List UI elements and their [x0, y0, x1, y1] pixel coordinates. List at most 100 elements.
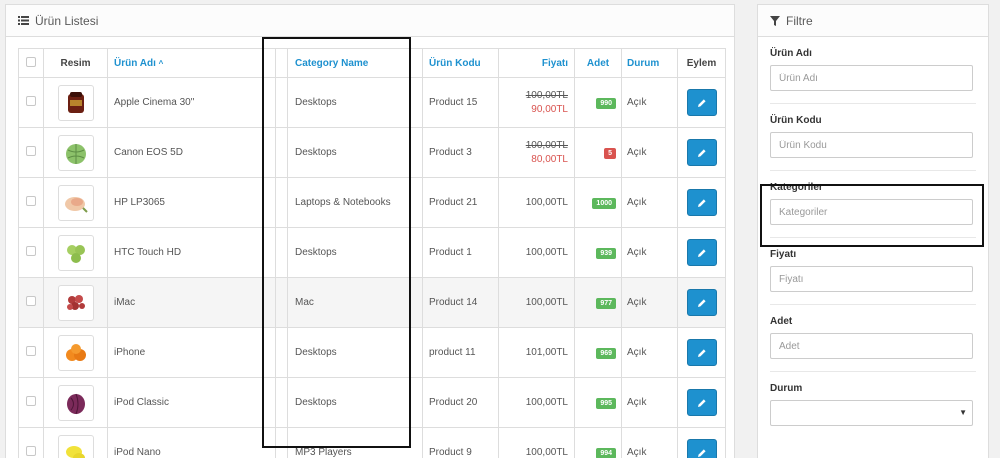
column-header-name[interactable]: Ürün Adı ^ — [107, 48, 276, 78]
column-header-category[interactable]: Category Name — [287, 48, 423, 78]
row-select-checkbox[interactable] — [26, 446, 36, 456]
product-price-cell: 101,00TL — [498, 327, 575, 378]
column-header-quantity[interactable]: Adet — [574, 48, 622, 78]
product-price-cell: 100,00TL — [498, 227, 575, 278]
product-price: 100,00TL — [525, 247, 568, 258]
filter-heading: Filtre — [758, 5, 988, 37]
product-image-cell — [43, 127, 108, 178]
row-spacer — [275, 177, 288, 228]
table-row: HTC Touch HD Desktops Product 1 100,00TL 939… — [18, 227, 726, 278]
row-select-cell — [18, 77, 44, 128]
product-name: HTC Touch HD — [107, 227, 276, 278]
edit-button[interactable] — [686, 189, 717, 216]
filter-icon — [770, 15, 780, 26]
filter-quantity-input[interactable] — [770, 333, 973, 359]
select-all-checkbox[interactable] — [26, 56, 36, 67]
product-action-cell — [677, 327, 726, 378]
product-status: Açık — [621, 77, 678, 128]
product-old-price: 100,00TL — [525, 140, 568, 151]
product-name: iPod Classic — [107, 377, 276, 428]
quantity-badge: 990 — [596, 97, 616, 109]
edit-button[interactable] — [686, 139, 717, 166]
column-header-image: Resim — [43, 48, 108, 78]
row-select-checkbox[interactable] — [26, 146, 36, 156]
product-name: Canon EOS 5D — [107, 127, 276, 178]
column-header-price[interactable]: Fiyatı — [498, 48, 575, 78]
product-name: Apple Cinema 30" — [107, 77, 276, 128]
product-action-cell — [677, 177, 726, 228]
filter-status-select[interactable]: ▼ — [770, 400, 973, 426]
edit-button[interactable] — [686, 289, 717, 316]
filter-price-input[interactable] — [770, 266, 973, 292]
row-select-checkbox[interactable] — [26, 396, 36, 406]
product-price-cell: 100,00TL — [498, 377, 575, 428]
row-spacer — [275, 327, 288, 378]
row-select-checkbox[interactable] — [26, 96, 36, 106]
product-category: Mac — [287, 277, 423, 328]
list-icon — [18, 16, 29, 25]
product-status: Açık — [621, 427, 678, 458]
filter-name-input[interactable] — [770, 65, 973, 91]
filter-group-status: Durum ▼ — [770, 372, 976, 439]
product-category: Laptops & Notebooks — [287, 177, 423, 228]
quantity-badge: 969 — [596, 347, 616, 359]
row-select-checkbox[interactable] — [26, 246, 36, 256]
product-status: Açık — [621, 377, 678, 428]
filter-category-label: Kategoriler — [770, 182, 823, 193]
product-code: Product 3 — [422, 127, 499, 178]
product-price: 100,00TL — [525, 397, 568, 408]
row-select-cell — [18, 277, 44, 328]
pencil-icon — [697, 398, 706, 407]
edit-button[interactable] — [686, 339, 717, 366]
product-thumbnail — [57, 284, 94, 321]
edit-button[interactable] — [686, 239, 717, 266]
filter-price-label: Fiyatı — [770, 249, 797, 260]
product-code: Product 20 — [422, 377, 499, 428]
filter-group-category: Kategoriler — [770, 171, 976, 238]
product-category: MP3 Players — [287, 427, 423, 458]
product-price-cell: 100,00TL 80,00TL — [498, 127, 575, 178]
quantity-badge: 5 — [604, 147, 616, 159]
product-price: 100,00TL — [525, 197, 568, 208]
row-select-checkbox[interactable] — [26, 296, 36, 306]
product-status: Açık — [621, 127, 678, 178]
table-row: HP LP3065 Laptops & Notebooks Product 21 10… — [18, 177, 726, 228]
filter-group-name: Ürün Adı — [770, 37, 976, 104]
quantity-badge: 977 — [596, 297, 616, 309]
pencil-icon — [697, 148, 706, 157]
product-image-cell — [43, 327, 108, 378]
filter-category-input[interactable] — [770, 199, 973, 225]
filter-code-input[interactable] — [770, 132, 973, 158]
row-spacer — [275, 127, 288, 178]
row-spacer — [275, 77, 288, 128]
product-list-panel: Ürün Listesi Resim Ürün Adı ^ Category N… — [5, 4, 735, 458]
product-name: iPod Nano — [107, 427, 276, 458]
edit-button[interactable] — [686, 439, 717, 458]
edit-button[interactable] — [686, 89, 717, 116]
edit-button[interactable] — [686, 389, 717, 416]
table-row: iPod Nano MP3 Players Product 9 100,00TL 994… — [18, 427, 726, 458]
column-header-code[interactable]: Ürün Kodu — [422, 48, 499, 78]
filter-panel: Filtre Ürün Adı Ürün Kodu Kategoriler Fi… — [757, 4, 989, 458]
product-sale-price: 90,00TL — [531, 104, 568, 115]
row-select-cell — [18, 327, 44, 378]
quantity-badge: 995 — [596, 397, 616, 409]
product-quantity-cell: 5 — [574, 127, 622, 178]
product-quantity-cell: 939 — [574, 227, 622, 278]
row-spacer — [275, 427, 288, 458]
row-spacer — [275, 377, 288, 428]
product-status: Açık — [621, 177, 678, 228]
product-quantity-cell: 995 — [574, 377, 622, 428]
row-select-checkbox[interactable] — [26, 346, 36, 356]
product-action-cell — [677, 127, 726, 178]
product-image-cell — [43, 227, 108, 278]
quantity-badge: 994 — [596, 447, 616, 458]
column-header-name-label[interactable]: Ürün Adı — [114, 58, 156, 69]
row-select-checkbox[interactable] — [26, 196, 36, 206]
product-image-cell — [43, 77, 108, 128]
table-row: Apple Cinema 30" Desktops Product 15 100,00… — [18, 77, 726, 128]
product-old-price: 100,00TL — [525, 90, 568, 101]
column-header-status[interactable]: Durum — [621, 48, 678, 78]
product-thumbnail — [57, 434, 94, 458]
product-price-cell: 100,00TL 90,00TL — [498, 77, 575, 128]
